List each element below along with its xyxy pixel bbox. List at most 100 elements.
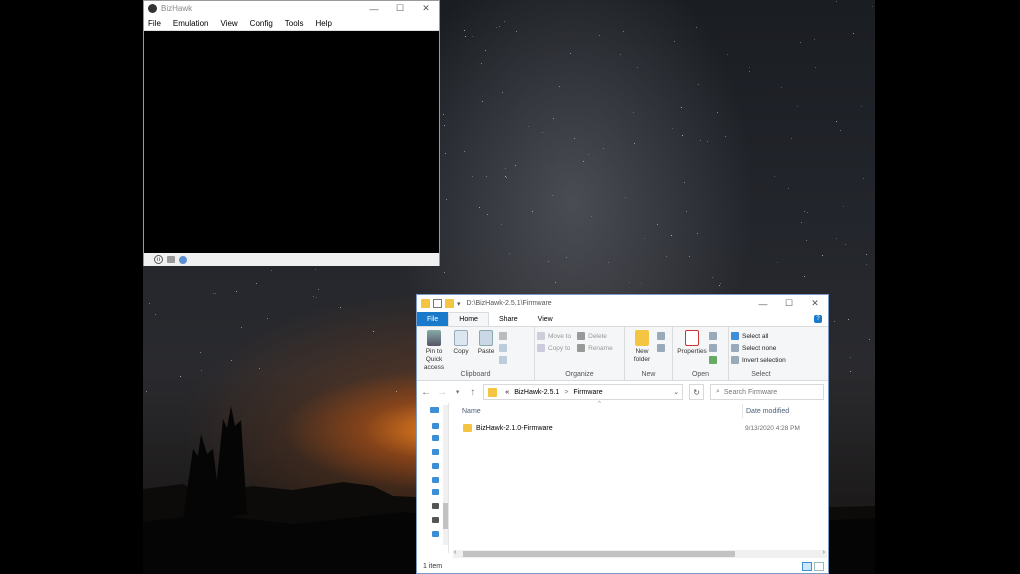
bizhawk-window[interactable]: BizHawk — ☐ ✕ File Emulation View Config… bbox=[143, 0, 440, 266]
pause-icon[interactable]: ıı bbox=[154, 255, 163, 264]
nav-item-icon[interactable] bbox=[432, 423, 439, 429]
explorer-titlebar[interactable]: ▾ D:\BizHawk-2.5.1\Firmware — ☐ ✕ bbox=[417, 295, 828, 312]
cut-button[interactable] bbox=[499, 332, 510, 340]
paste-shortcut-button[interactable] bbox=[499, 356, 510, 364]
tab-view[interactable]: View bbox=[528, 312, 563, 326]
close-button[interactable]: ✕ bbox=[802, 296, 828, 311]
help-button[interactable]: ? bbox=[814, 312, 822, 326]
select-all-button[interactable]: Select all bbox=[731, 332, 786, 340]
scroll-right-icon[interactable]: › bbox=[823, 549, 825, 556]
file-list[interactable]: ^ Name Date modified BizHawk-2.1.0-Firmw… bbox=[450, 401, 828, 553]
file-name: BizHawk-2.1.0-Firmware bbox=[476, 424, 553, 432]
star bbox=[396, 390, 398, 392]
large-icons-view-button[interactable] bbox=[814, 561, 824, 571]
navigation-pane[interactable] bbox=[417, 403, 449, 553]
tab-file[interactable]: File bbox=[417, 312, 449, 326]
forward-button[interactable]: → bbox=[437, 387, 447, 398]
file-row[interactable]: BizHawk-2.1.0-Firmware 9/13/2020 4:28 PM bbox=[450, 421, 828, 435]
refresh-button[interactable]: ↻ bbox=[689, 384, 704, 400]
file-explorer-window[interactable]: ▾ D:\BizHawk-2.5.1\Firmware — ☐ ✕ File H… bbox=[416, 294, 829, 574]
star bbox=[372, 331, 374, 333]
menu-tools[interactable]: Tools bbox=[285, 19, 304, 28]
star bbox=[502, 91, 504, 93]
star bbox=[637, 67, 639, 69]
breadcrumb-bizhawk[interactable]: BizHawk-2.5.1 bbox=[514, 389, 559, 396]
nav-item-icon[interactable] bbox=[430, 407, 439, 413]
nav-item-icon[interactable] bbox=[432, 531, 439, 537]
recent-locations-button[interactable]: ▾ bbox=[453, 388, 462, 396]
menu-view[interactable]: View bbox=[220, 19, 237, 28]
bizhawk-titlebar[interactable]: BizHawk — ☐ ✕ bbox=[144, 1, 439, 16]
address-bar[interactable]: « BizHawk-2.5.1 > Firmware ⌄ bbox=[483, 384, 684, 400]
scroll-left-icon[interactable]: ‹ bbox=[454, 549, 456, 556]
rename-button[interactable]: Rename bbox=[577, 344, 613, 352]
star bbox=[773, 176, 775, 178]
star bbox=[259, 368, 261, 370]
breadcrumb-separator[interactable]: > bbox=[564, 389, 568, 396]
new-item-button[interactable] bbox=[657, 332, 668, 340]
folder-icon bbox=[421, 299, 430, 308]
address-dropdown-icon[interactable]: ⌄ bbox=[670, 388, 682, 396]
column-name[interactable]: Name bbox=[462, 408, 481, 415]
delete-button[interactable]: Delete bbox=[577, 332, 613, 340]
menu-config[interactable]: Config bbox=[250, 19, 273, 28]
horizontal-scrollbar[interactable]: ‹ › bbox=[453, 549, 827, 558]
star bbox=[318, 288, 320, 290]
up-button[interactable]: ↑ bbox=[468, 387, 477, 398]
move-to-button[interactable]: Move to bbox=[537, 332, 571, 340]
address-overflow[interactable]: « bbox=[505, 389, 509, 396]
nav-item-icon[interactable] bbox=[432, 449, 439, 455]
menu-file[interactable]: File bbox=[148, 19, 161, 28]
delete-icon bbox=[577, 332, 586, 340]
star bbox=[788, 188, 790, 190]
emulator-screen[interactable] bbox=[144, 31, 439, 253]
easy-access-button[interactable] bbox=[657, 344, 668, 352]
star bbox=[726, 53, 728, 55]
select-all-label: Select all bbox=[742, 332, 769, 340]
nav-item-icon[interactable] bbox=[432, 477, 439, 483]
minimize-button[interactable]: — bbox=[750, 296, 776, 311]
breadcrumb-firmware[interactable]: Firmware bbox=[573, 389, 602, 396]
back-button[interactable]: ← bbox=[421, 387, 431, 398]
search-box[interactable]: ⌕ Search Firmware bbox=[709, 384, 824, 400]
star bbox=[480, 62, 482, 64]
tab-share[interactable]: Share bbox=[489, 312, 528, 326]
horizontal-scrollbar-thumb[interactable] bbox=[463, 551, 735, 557]
copy-to-button[interactable]: Copy to bbox=[537, 344, 571, 352]
star bbox=[565, 256, 567, 258]
nav-item-icon[interactable] bbox=[432, 489, 439, 495]
history-button[interactable] bbox=[709, 356, 720, 364]
quick-access-dropdown-icon[interactable]: ▾ bbox=[457, 300, 461, 308]
minimize-button[interactable]: — bbox=[361, 1, 387, 16]
nav-item-icon[interactable] bbox=[432, 463, 439, 469]
invert-selection-label: Invert selection bbox=[742, 356, 786, 364]
star bbox=[800, 221, 802, 223]
nav-scrollbar-thumb[interactable] bbox=[443, 503, 448, 529]
open-button[interactable] bbox=[709, 332, 720, 340]
menu-emulation[interactable]: Emulation bbox=[173, 19, 209, 28]
copy-path-button[interactable] bbox=[499, 344, 510, 352]
controller-icon[interactable] bbox=[167, 256, 175, 263]
star bbox=[685, 210, 687, 212]
user-icon[interactable] bbox=[179, 255, 187, 264]
close-button[interactable]: ✕ bbox=[413, 1, 439, 16]
column-date-modified[interactable]: Date modified bbox=[742, 404, 789, 418]
invert-selection-button[interactable]: Invert selection bbox=[731, 356, 786, 364]
select-none-button[interactable]: Select none bbox=[731, 344, 786, 352]
nav-item-icon[interactable] bbox=[432, 435, 439, 441]
history-icon bbox=[709, 356, 717, 364]
details-view-button[interactable] bbox=[802, 561, 812, 571]
new-folder-quick-icon[interactable] bbox=[445, 299, 454, 308]
nav-item-icon[interactable] bbox=[432, 517, 439, 523]
properties-quick-icon[interactable] bbox=[433, 299, 442, 308]
star bbox=[718, 285, 720, 287]
nav-item-icon[interactable] bbox=[432, 503, 439, 509]
edit-button[interactable] bbox=[709, 344, 720, 352]
tab-home[interactable]: Home bbox=[448, 312, 489, 326]
star bbox=[674, 41, 676, 43]
maximize-button[interactable]: ☐ bbox=[387, 1, 413, 16]
star bbox=[505, 177, 507, 179]
menu-help[interactable]: Help bbox=[315, 19, 331, 28]
maximize-button[interactable]: ☐ bbox=[776, 296, 802, 311]
pin-label: Pin to Quick access bbox=[423, 348, 445, 371]
